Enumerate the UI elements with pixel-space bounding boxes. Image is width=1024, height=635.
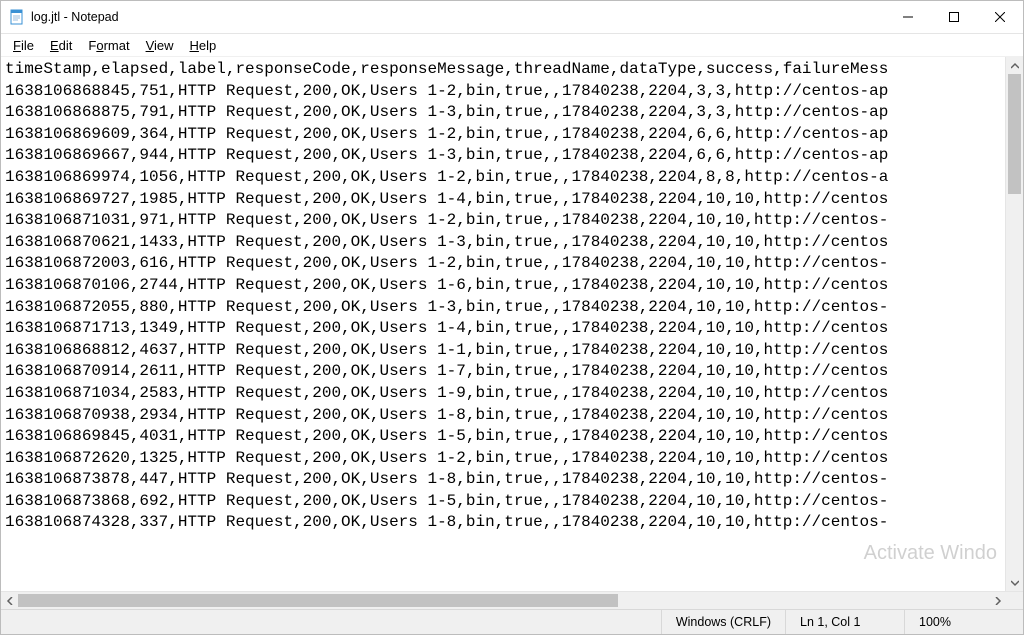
menu-edit[interactable]: Edit xyxy=(42,37,80,54)
status-encoding: Windows (CRLF) xyxy=(661,610,785,634)
scroll-down-arrow-icon[interactable] xyxy=(1006,574,1023,591)
text-content[interactable]: timeStamp,elapsed,label,responseCode,res… xyxy=(1,57,1005,536)
menu-file-rest: ile xyxy=(21,38,34,53)
scrollbar-corner xyxy=(1006,592,1023,609)
horizontal-scroll-track[interactable] xyxy=(18,592,989,609)
minimize-button[interactable] xyxy=(885,1,931,33)
menu-format-rest: rmat xyxy=(104,38,130,53)
maximize-button[interactable] xyxy=(931,1,977,33)
menu-view[interactable]: View xyxy=(138,37,182,54)
horizontal-scroll-thumb[interactable] xyxy=(18,594,618,607)
window-controls xyxy=(885,1,1023,33)
menu-edit-rest: dit xyxy=(59,38,73,53)
notepad-icon xyxy=(9,9,25,25)
activate-windows-watermark: Activate Windo xyxy=(864,542,997,565)
vertical-scroll-track[interactable] xyxy=(1006,74,1023,574)
statusbar: Windows (CRLF) Ln 1, Col 1 100% xyxy=(1,609,1023,634)
window-title: log.jtl - Notepad xyxy=(31,10,119,24)
menu-help-rest: elp xyxy=(199,38,216,53)
menu-file[interactable]: File xyxy=(5,37,42,54)
scroll-up-arrow-icon[interactable] xyxy=(1006,57,1023,74)
horizontal-scrollbar[interactable] xyxy=(1,591,1023,609)
scroll-right-arrow-icon[interactable] xyxy=(989,592,1006,609)
text-editor[interactable]: timeStamp,elapsed,label,responseCode,res… xyxy=(1,57,1005,591)
close-button[interactable] xyxy=(977,1,1023,33)
content-area: timeStamp,elapsed,label,responseCode,res… xyxy=(1,57,1023,591)
notepad-window: log.jtl - Notepad File Edit Format View … xyxy=(0,0,1024,635)
menu-format[interactable]: Format xyxy=(80,37,137,54)
menubar: File Edit Format View Help xyxy=(1,34,1023,57)
status-spacer xyxy=(1,610,661,634)
vertical-scroll-thumb[interactable] xyxy=(1008,74,1021,194)
scroll-left-arrow-icon[interactable] xyxy=(1,592,18,609)
menu-help[interactable]: Help xyxy=(182,37,225,54)
menu-view-rest: iew xyxy=(154,38,174,53)
status-zoom: 100% xyxy=(904,610,1023,634)
titlebar[interactable]: log.jtl - Notepad xyxy=(1,1,1023,34)
status-position: Ln 1, Col 1 xyxy=(785,610,904,634)
vertical-scrollbar[interactable] xyxy=(1005,57,1023,591)
